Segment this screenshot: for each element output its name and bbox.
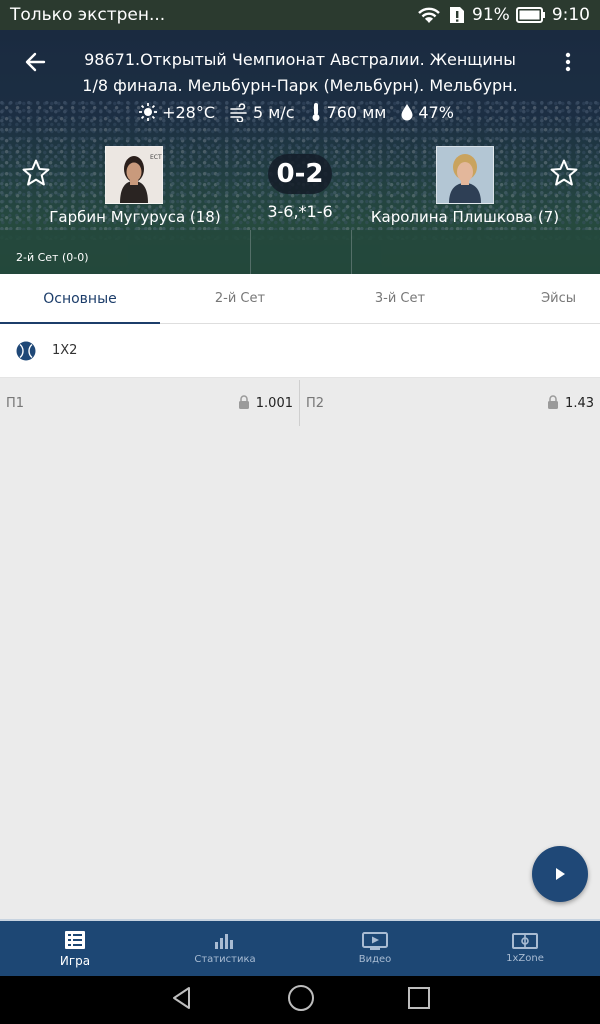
nav-video[interactable]: Видео — [300, 921, 450, 976]
odd-p1[interactable]: П1 1.001 — [0, 380, 300, 426]
tab-set3[interactable]: 3-й Сет — [320, 274, 480, 323]
player1-photo: ECT — [105, 146, 163, 204]
weather-humidity: 47% — [400, 102, 454, 122]
tennis-ball-icon — [16, 341, 36, 360]
battery-icon — [515, 6, 546, 24]
odd-p2[interactable]: П2 1.43 — [300, 380, 600, 426]
star-outline-icon — [22, 159, 50, 186]
system-navigation-bar — [0, 976, 600, 1024]
player1-name: Гарбин Мугуруса (18) — [49, 208, 221, 226]
tournament-title: 98671.Открытый Чемпионат Австралии. Женщ… — [84, 50, 516, 69]
system-recents-button[interactable] — [407, 986, 431, 1014]
square-recents-icon — [408, 987, 430, 1009]
match-header: 98671.Открытый Чемпионат Австралии. Женщ… — [0, 30, 600, 274]
thermometer-icon — [312, 103, 320, 121]
battery-percent: 91% — [472, 5, 510, 25]
lock-icon — [238, 394, 250, 413]
set-scores: 3-6,*1-6 — [267, 202, 333, 221]
odd-value: 1.43 — [565, 395, 594, 411]
market-name: 1X2 — [52, 343, 78, 358]
odd-value: 1.001 — [255, 395, 293, 411]
lock-icon — [547, 394, 559, 413]
tournament-round: 1/8 финала. Мельбурн-Парк (Мельбурн). Ме… — [82, 76, 518, 95]
market-header[interactable]: 1X2 — [0, 324, 600, 378]
odd-name: П1 — [6, 395, 25, 411]
zone-icon — [512, 933, 538, 949]
more-vertical-icon — [565, 52, 571, 72]
tab-aces[interactable]: Эйсы — [480, 274, 600, 323]
sun-icon — [139, 103, 158, 121]
nav-1xzone[interactable]: 1xZone — [450, 921, 600, 976]
play-video-button[interactable] — [532, 846, 588, 902]
wifi-icon — [416, 5, 442, 25]
wind-icon — [230, 103, 247, 122]
star-outline-icon — [550, 159, 578, 186]
back-button[interactable] — [22, 50, 50, 74]
favorite-player2-button[interactable] — [549, 158, 579, 188]
weather-wind: 5 м/с — [229, 102, 295, 122]
weather-pressure: 760 мм — [309, 102, 386, 122]
tab-main[interactable]: Основные — [0, 274, 160, 324]
play-icon — [556, 868, 565, 880]
player2-name: Каролина Плишкова (7) — [370, 208, 560, 226]
tab-set2[interactable]: 2-й Сет — [160, 274, 320, 323]
market-tabs: Основные 2-й Сет 3-й Сет Эйсы — [0, 274, 600, 324]
nav-game[interactable]: Игра — [0, 921, 150, 976]
status-time: 9:10 — [551, 5, 590, 25]
triangle-back-icon — [173, 987, 190, 1009]
current-set-status: 2-й Сет (0-0) — [16, 251, 89, 264]
status-notification: Только экстрен... — [10, 5, 166, 25]
circle-home-icon — [288, 985, 314, 1011]
bar-chart-icon — [215, 934, 233, 949]
list-icon — [65, 930, 85, 949]
match-score: 0-2 — [268, 154, 332, 194]
system-home-button[interactable] — [287, 984, 315, 1016]
more-menu-button[interactable] — [558, 50, 578, 74]
odds-row: П1 1.001 П2 1.43 — [0, 380, 600, 426]
weather-temperature: +28°С — [138, 102, 215, 122]
water-drop-icon — [401, 104, 413, 121]
arrow-left-icon — [25, 52, 46, 72]
player2-photo — [436, 146, 494, 204]
bottom-navigation: Игра Статистика Видео 1xZone — [0, 919, 600, 976]
video-icon — [362, 932, 388, 950]
nav-statistics[interactable]: Статистика — [150, 921, 300, 976]
favorite-player1-button[interactable] — [21, 158, 51, 188]
odd-name: П2 — [306, 395, 325, 411]
weather-info: +28°С 5 м/с 760 мм 47% — [60, 102, 540, 122]
svg-text:ECT: ECT — [150, 154, 162, 161]
status-right: 91% 9:10 — [416, 5, 590, 25]
status-bar: Только экстрен... 91% 9:10 — [0, 0, 600, 30]
sim-alert-icon — [448, 5, 466, 25]
system-back-button[interactable] — [169, 985, 195, 1015]
